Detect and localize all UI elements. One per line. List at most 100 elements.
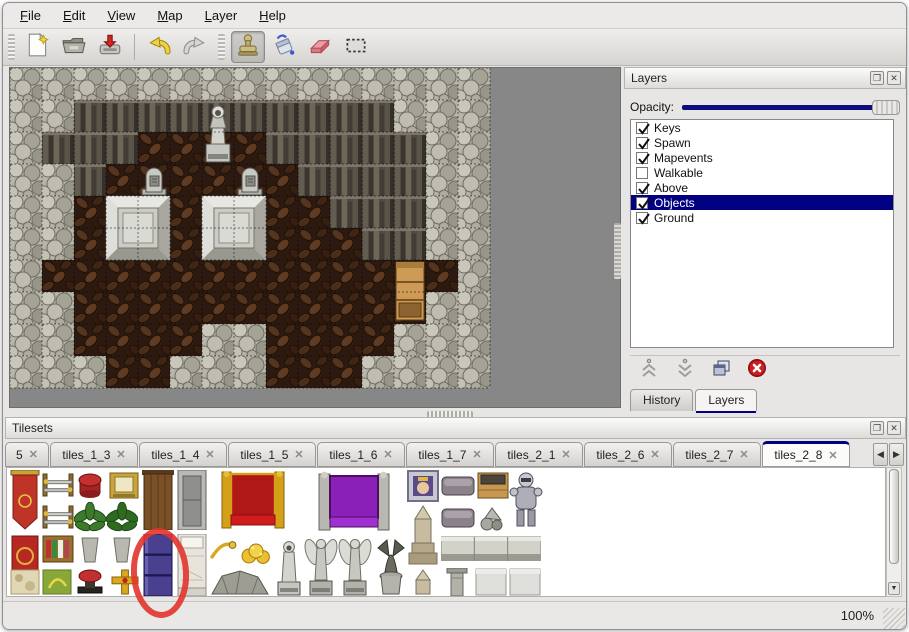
tileset-tile-gold-pile[interactable] xyxy=(240,534,272,564)
redo-button[interactable] xyxy=(178,31,212,63)
dock-tab-history[interactable]: History xyxy=(630,389,693,411)
layer-visibility-checkbox[interactable] xyxy=(636,137,648,149)
menu-layer[interactable]: Layer xyxy=(194,4,249,27)
tileset-tab-tiles_2_1[interactable]: tiles_2_1✕ xyxy=(495,442,583,467)
layer-visibility-checkbox[interactable] xyxy=(636,152,648,164)
layer-visibility-checkbox[interactable] xyxy=(636,212,648,224)
resize-grip[interactable] xyxy=(883,608,905,630)
tab-close-icon[interactable]: ✕ xyxy=(472,448,481,461)
tileset-tile-armor-silver[interactable] xyxy=(509,470,543,532)
save-import-button[interactable] xyxy=(93,31,127,63)
tileset-tile-banner-red[interactable] xyxy=(10,470,40,532)
tileset-tab-tiles_1_6[interactable]: tiles_1_6✕ xyxy=(317,442,405,467)
tab-close-icon[interactable]: ✕ xyxy=(116,448,125,461)
tab-close-icon[interactable]: ✕ xyxy=(561,448,570,461)
tileset-tile-obelisk-small[interactable] xyxy=(407,568,439,596)
tileset-tile-obelisk-tan[interactable] xyxy=(407,504,439,566)
tileset-tile-wall-cap[interactable] xyxy=(441,534,541,564)
tileset-tile-rubble-pile[interactable] xyxy=(477,504,509,532)
tab-close-icon[interactable]: ✕ xyxy=(650,448,659,461)
delete-layer-button[interactable] xyxy=(746,356,768,385)
tileset-tile-gargoyle-statue[interactable] xyxy=(374,534,408,596)
tab-close-icon[interactable]: ✕ xyxy=(205,448,214,461)
tileset-tile-anvil-red[interactable] xyxy=(74,568,106,596)
tileset-tile-parchment[interactable] xyxy=(10,568,40,596)
layer-row-objects[interactable]: Objects xyxy=(631,195,893,210)
tileset-content[interactable] xyxy=(6,467,886,597)
layer-row-mapevents[interactable]: Mapevents xyxy=(631,150,893,165)
tileset-tile-rug-green[interactable] xyxy=(42,568,72,596)
tileset-tile-wall-slab[interactable] xyxy=(475,568,507,596)
map-canvas[interactable] xyxy=(9,67,621,408)
tileset-tile-angel-statue[interactable] xyxy=(304,534,338,596)
toolbar-handle[interactable] xyxy=(8,34,15,60)
menu-map[interactable]: Map xyxy=(146,4,193,27)
layer-row-walkable[interactable]: Walkable xyxy=(631,165,893,180)
close-dock-icon[interactable]: ✕ xyxy=(887,421,901,435)
tileset-tile-throne-purple[interactable] xyxy=(317,470,391,532)
tileset-tile-door-purple[interactable] xyxy=(142,534,174,596)
tileset-tile-bookshelf[interactable] xyxy=(42,534,74,564)
tileset-tile-cross-gold[interactable] xyxy=(108,568,142,596)
tileset-tile-crate-wood[interactable] xyxy=(477,470,509,500)
toolbar-handle[interactable] xyxy=(218,34,225,60)
raise-layer-button[interactable] xyxy=(638,356,660,385)
menu-edit[interactable]: Edit xyxy=(52,4,96,27)
tileset-tile-stool-red[interactable] xyxy=(76,471,104,499)
tab-scroll-right-icon[interactable]: ▶ xyxy=(889,443,904,466)
layer-row-ground[interactable]: Ground xyxy=(631,210,893,225)
scroll-down-arrow-icon[interactable]: ▼ xyxy=(888,582,900,595)
layer-visibility-checkbox[interactable] xyxy=(636,182,648,194)
tileset-tile-wall-pillar[interactable] xyxy=(441,568,473,596)
tileset-tile-plant-palm[interactable] xyxy=(74,502,106,564)
tab-close-icon[interactable]: ✕ xyxy=(294,448,303,461)
tab-scroll-left-icon[interactable]: ◀ xyxy=(873,443,888,466)
opacity-slider[interactable] xyxy=(682,99,900,115)
tileset-tile-couch-gray[interactable] xyxy=(441,504,475,530)
tileset-tile-portrait-king[interactable] xyxy=(407,470,439,502)
tileset-tab-5[interactable]: 5✕ xyxy=(5,442,49,467)
tileset-tab-tiles_1_7[interactable]: tiles_1_7✕ xyxy=(406,442,494,467)
eraser-tool-button[interactable] xyxy=(303,31,337,63)
fill-tool-button[interactable] xyxy=(267,31,301,63)
tileset-tile-weapon-rack[interactable] xyxy=(42,472,74,498)
menu-view[interactable]: View xyxy=(96,4,146,27)
layer-row-spawn[interactable]: Spawn xyxy=(631,135,893,150)
tileset-tab-tiles_1_5[interactable]: tiles_1_5✕ xyxy=(228,442,316,467)
layer-visibility-checkbox[interactable] xyxy=(636,167,648,179)
tileset-tab-tiles_2_8[interactable]: tiles_2_8✕ xyxy=(762,441,850,467)
tileset-tile-lizard-gold[interactable] xyxy=(208,538,238,562)
map-vertical-scrollbar[interactable] xyxy=(614,223,621,279)
tileset-tile-statue-stone[interactable] xyxy=(272,538,306,596)
tileset-tile-rock-pile[interactable] xyxy=(208,568,272,596)
tab-close-icon[interactable]: ✕ xyxy=(383,448,392,461)
layer-row-above[interactable]: Above xyxy=(631,180,893,195)
tileset-tile-bed-white[interactable] xyxy=(176,534,208,596)
open-folder-button[interactable] xyxy=(57,31,91,63)
float-dock-icon[interactable]: ❐ xyxy=(870,421,884,435)
new-file-button[interactable] xyxy=(21,31,55,63)
tab-close-icon[interactable]: ✕ xyxy=(739,448,748,461)
tileset-tab-tiles_2_6[interactable]: tiles_2_6✕ xyxy=(584,442,672,467)
tileset-tile-angel-statue[interactable] xyxy=(338,534,372,596)
tileset-vertical-scrollbar[interactable]: ▼ xyxy=(886,467,902,597)
tileset-tile-door-gray[interactable] xyxy=(176,470,208,530)
select-tool-button[interactable] xyxy=(339,31,373,63)
tileset-tab-tiles_2_7[interactable]: tiles_2_7✕ xyxy=(673,442,761,467)
tileset-tab-tiles_1_4[interactable]: tiles_1_4✕ xyxy=(139,442,227,467)
tileset-tile-dresser-gold[interactable] xyxy=(108,470,140,500)
tab-close-icon[interactable]: ✕ xyxy=(828,449,837,462)
tileset-tile-plant-leafy[interactable] xyxy=(106,502,138,564)
tileset-tile-weapon-rack[interactable] xyxy=(42,504,74,530)
close-dock-icon[interactable]: ✕ xyxy=(887,71,901,85)
opacity-slider-handle[interactable] xyxy=(872,100,900,115)
tileset-tile-door-brown[interactable] xyxy=(142,470,174,530)
tileset-tile-wall-slab[interactable] xyxy=(509,568,541,596)
dock-tab-layers[interactable]: Layers xyxy=(695,389,757,411)
menu-file[interactable]: File xyxy=(9,4,52,27)
tab-close-icon[interactable]: ✕ xyxy=(29,448,38,461)
menu-help[interactable]: Help xyxy=(248,4,297,27)
float-dock-icon[interactable]: ❐ xyxy=(870,71,884,85)
tileset-tile-couch-gray[interactable] xyxy=(441,472,475,498)
layer-visibility-checkbox[interactable] xyxy=(636,197,648,209)
